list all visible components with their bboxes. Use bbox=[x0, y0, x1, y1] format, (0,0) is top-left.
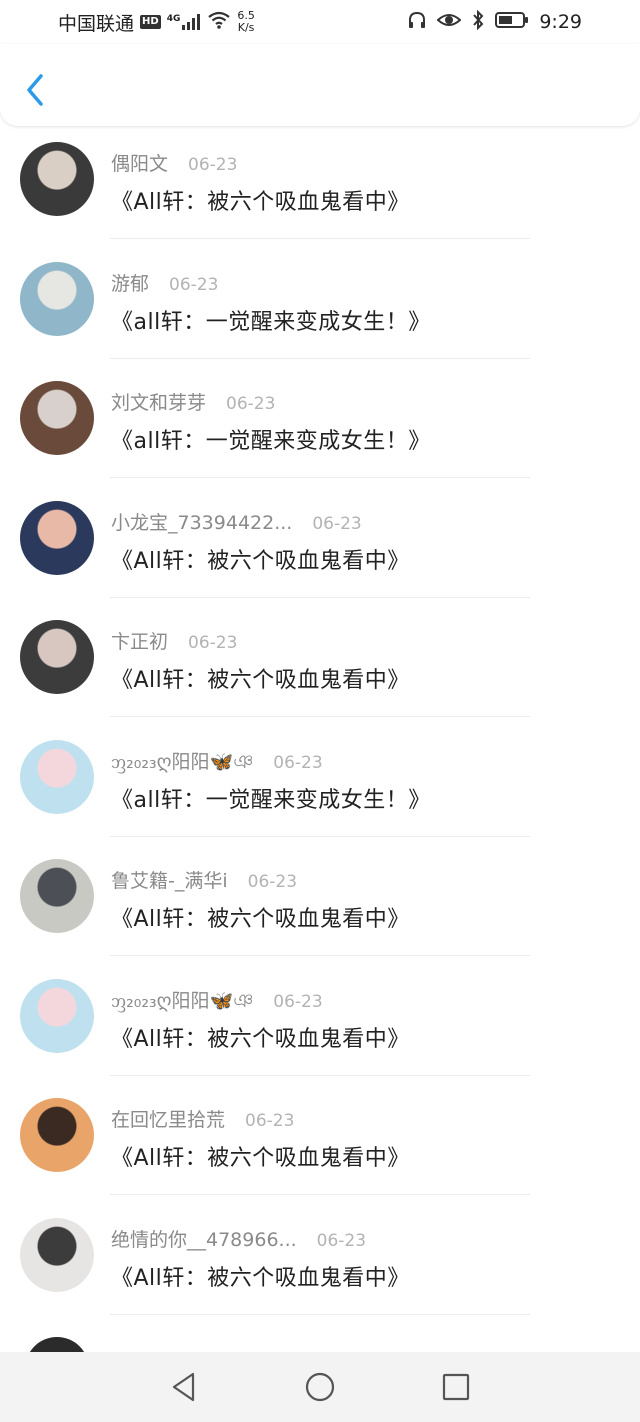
square-recent-icon bbox=[442, 1373, 470, 1401]
divider bbox=[110, 955, 530, 956]
divider bbox=[110, 716, 530, 717]
item-date: 06-23 bbox=[188, 633, 238, 653]
user-list: 偶阳文 06-23 《All轩：被六个吸血鬼看中》 游郁 06-23 《all轩：一觉醒来… bbox=[0, 130, 640, 1325]
user-name[interactable]: 小龙宝_73394422... bbox=[111, 508, 292, 535]
list-item[interactable]: ᦀ₂₀₂₃ღ阳阳🦋ঞ 06-23 《All轩：被六个吸血鬼看中》 bbox=[0, 967, 640, 1087]
avatar[interactable] bbox=[20, 739, 94, 814]
eye-icon bbox=[436, 11, 462, 34]
circle-home-icon bbox=[305, 1372, 335, 1402]
item-meta: 鲁艾籍-_满华i 06-23 bbox=[111, 866, 297, 893]
item-title[interactable]: 《All轩：被六个吸血鬼看中》 bbox=[111, 901, 410, 933]
system-home-button[interactable] bbox=[252, 1352, 388, 1422]
chevron-left-icon bbox=[27, 74, 43, 106]
avatar bbox=[25, 1337, 89, 1352]
item-date: 06-23 bbox=[312, 513, 362, 534]
battery-icon bbox=[495, 11, 529, 34]
user-name[interactable]: ᦀ₂₀₂₃ღ阳阳🦋ঞ bbox=[111, 747, 253, 780]
avatar[interactable] bbox=[20, 142, 94, 216]
item-meta: ᦀ₂₀₂₃ღ阳阳🦋ঞ 06-23 bbox=[111, 747, 323, 780]
avatar[interactable] bbox=[20, 1217, 94, 1292]
user-name[interactable]: 游郁 bbox=[111, 269, 149, 296]
item-date: 06-23 bbox=[316, 1230, 367, 1251]
user-name[interactable]: 刘文和芽芽 bbox=[111, 388, 206, 415]
avatar[interactable] bbox=[20, 859, 94, 933]
system-recents-button[interactable] bbox=[388, 1352, 524, 1422]
user-name[interactable]: 在回忆里拾荒 bbox=[111, 1105, 225, 1132]
clock: 9:29 bbox=[539, 11, 582, 33]
list-item[interactable]: 在回忆里拾荒 06-23 《All轩：被六个吸血鬼看中》 bbox=[0, 1086, 640, 1206]
item-title[interactable]: 《All轩：被六个吸血鬼看中》 bbox=[111, 543, 410, 575]
item-meta: 小龙宝_73394422... 06-23 bbox=[111, 508, 362, 535]
item-meta: 卞正初 06-23 bbox=[111, 627, 237, 654]
avatar[interactable] bbox=[20, 620, 94, 694]
item-title[interactable]: 《All轩：被六个吸血鬼看中》 bbox=[111, 184, 410, 216]
back-button[interactable] bbox=[22, 72, 48, 108]
item-date: 06-23 bbox=[273, 752, 323, 773]
item-date: 06-23 bbox=[245, 1111, 295, 1131]
avatar[interactable] bbox=[20, 381, 94, 455]
item-date: 06-23 bbox=[188, 155, 238, 175]
status-left: 中国联通 HD 4G 6.5 K/s bbox=[58, 9, 255, 36]
divider bbox=[110, 238, 530, 239]
item-title[interactable]: 《All轩：被六个吸血鬼看中》 bbox=[111, 1021, 410, 1053]
list-item[interactable]: 小龙宝_73394422... 06-23 《All轩：被六个吸血鬼看中》 bbox=[0, 489, 640, 609]
item-meta: 偶阳文 06-23 bbox=[111, 149, 237, 176]
divider bbox=[110, 835, 530, 837]
divider bbox=[110, 1194, 530, 1195]
list-item[interactable]: 绝情的你__478966... 06-23 《All轩：被六个吸血鬼看中》 bbox=[0, 1206, 640, 1326]
item-meta: 游郁 06-23 bbox=[111, 269, 218, 296]
avatar[interactable] bbox=[20, 1098, 94, 1172]
user-name[interactable]: ᦀ₂₀₂₃ღ阳阳🦋ঞ bbox=[111, 986, 253, 1019]
item-date: 06-23 bbox=[273, 991, 323, 1012]
status-right: 9:29 bbox=[407, 9, 582, 35]
item-date: 06-23 bbox=[169, 274, 219, 295]
list-item-partial bbox=[0, 1325, 640, 1352]
item-title[interactable]: 《all轩：一觉醒来变成女生！》 bbox=[111, 304, 431, 336]
item-title[interactable]: 《All轩：被六个吸血鬼看中》 bbox=[111, 1260, 410, 1292]
item-date: 06-23 bbox=[226, 394, 276, 414]
list-item[interactable]: 游郁 06-23 《all轩：一觉醒来变成女生！》 bbox=[0, 250, 640, 370]
speed-unit: K/s bbox=[237, 21, 255, 34]
item-title[interactable]: 《All轩：被六个吸血鬼看中》 bbox=[111, 662, 410, 694]
divider bbox=[110, 1313, 530, 1315]
bluetooth-icon bbox=[471, 9, 485, 35]
signal-icon: 4G bbox=[167, 14, 202, 30]
network-speed: 6.5 K/s bbox=[237, 10, 255, 34]
divider bbox=[110, 477, 530, 478]
user-name[interactable]: 卞正初 bbox=[111, 627, 168, 654]
list-item[interactable]: 偶阳文 06-23 《All轩：被六个吸血鬼看中》 bbox=[0, 130, 640, 250]
headphones-icon bbox=[407, 10, 427, 35]
list-item[interactable]: 鲁艾籍-_满华i 06-23 《All轩：被六个吸血鬼看中》 bbox=[0, 847, 640, 967]
item-meta: ᦀ₂₀₂₃ღ阳阳🦋ঞ 06-23 bbox=[111, 986, 323, 1019]
triangle-back-icon bbox=[172, 1372, 195, 1402]
item-meta: 在回忆里拾荒 06-23 bbox=[111, 1105, 294, 1132]
list-item[interactable]: ᦀ₂₀₂₃ღ阳阳🦋ঞ 06-23 《all轩：一觉醒来变成女生！》 bbox=[0, 728, 640, 848]
system-nav-bar bbox=[0, 1352, 640, 1422]
divider bbox=[110, 596, 530, 598]
divider bbox=[110, 357, 530, 359]
avatar[interactable] bbox=[20, 261, 94, 336]
carrier-label: 中国联通 bbox=[58, 12, 135, 35]
user-name[interactable]: 绝情的你__478966... bbox=[111, 1225, 297, 1252]
avatar[interactable] bbox=[20, 978, 94, 1053]
item-title[interactable]: 《all轩：一觉醒来变成女生！》 bbox=[111, 423, 431, 455]
hd-badge: HD bbox=[140, 15, 161, 29]
list-item[interactable]: 刘文和芽芽 06-23 《all轩：一觉醒来变成女生！》 bbox=[0, 369, 640, 489]
divider bbox=[110, 1074, 530, 1076]
item-date: 06-23 bbox=[247, 872, 298, 892]
item-meta: 绝情的你__478966... 06-23 bbox=[111, 1225, 366, 1252]
top-nav-bar bbox=[0, 44, 640, 126]
avatar[interactable] bbox=[20, 500, 94, 575]
status-bar: 中国联通 HD 4G 6.5 K/s 9:29 bbox=[0, 0, 640, 44]
item-meta: 刘文和芽芽 06-23 bbox=[111, 388, 275, 415]
system-back-button[interactable] bbox=[116, 1352, 252, 1422]
list-item[interactable]: 卞正初 06-23 《All轩：被六个吸血鬼看中》 bbox=[0, 608, 640, 728]
item-title[interactable]: 《All轩：被六个吸血鬼看中》 bbox=[111, 1140, 410, 1172]
wifi-icon bbox=[207, 11, 231, 34]
network-type-label: 4G bbox=[166, 14, 181, 24]
user-name[interactable]: 鲁艾籍-_满华i bbox=[111, 866, 228, 893]
user-name[interactable]: 偶阳文 bbox=[111, 149, 168, 176]
item-title[interactable]: 《all轩：一觉醒来变成女生！》 bbox=[111, 782, 431, 814]
